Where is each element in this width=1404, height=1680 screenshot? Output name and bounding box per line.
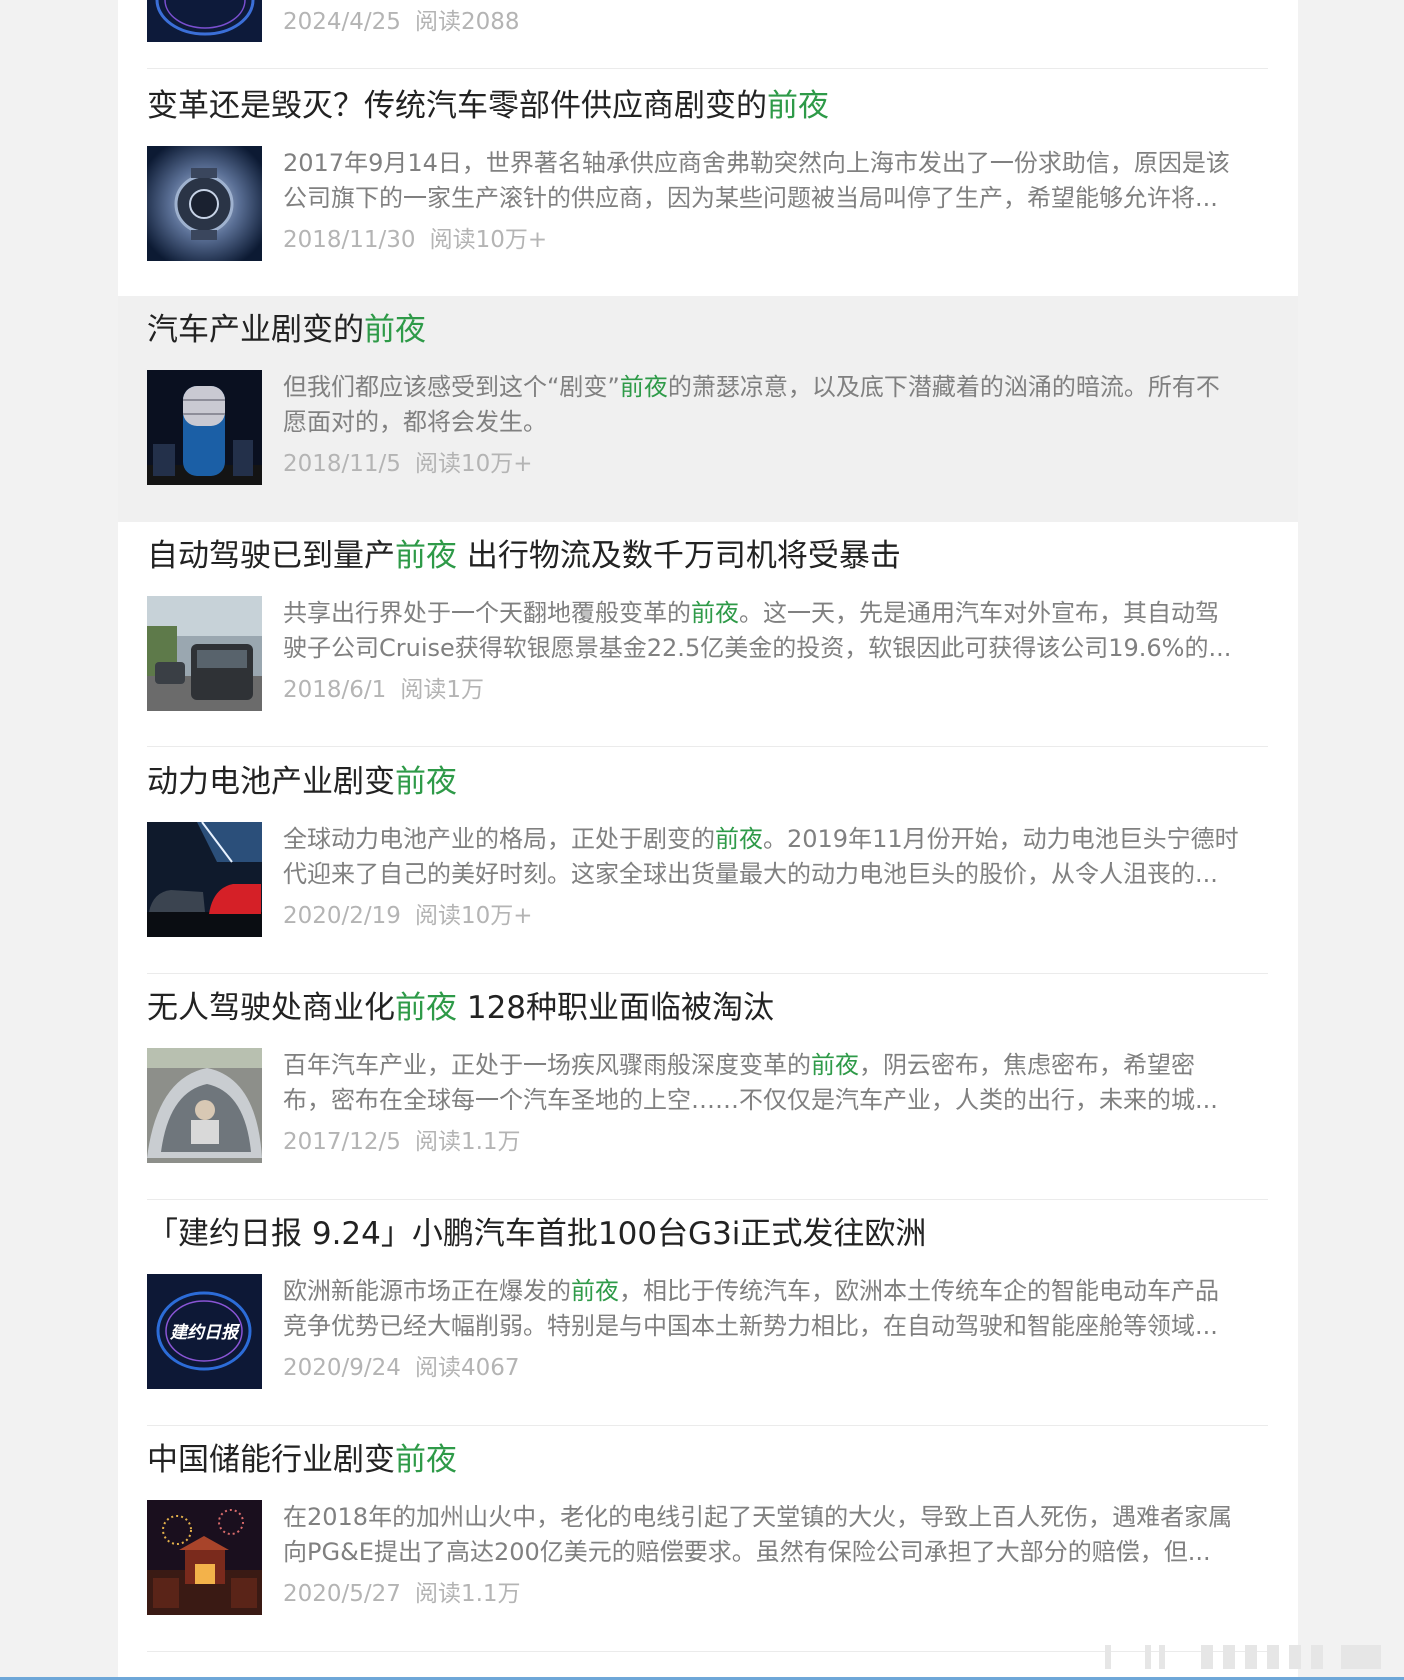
article-item[interactable]: 汽车产业剧变的前夜 但我们都应该感受到这个“剧变”前夜的萧瑟凉意，以及底下潜藏着… (118, 296, 1298, 522)
article-meta: 2018/11/5 阅读10万+ (283, 448, 532, 480)
article-thumbnail[interactable] (147, 822, 262, 937)
article-date: 2018/11/5 (283, 451, 401, 477)
divider (147, 746, 1268, 747)
article-thumbnail[interactable] (147, 146, 262, 261)
article-meta: 2018/11/30 阅读10万+ (283, 224, 547, 256)
snippet-line-2: 代迎来了自己的美好时刻。这家全球出货量最大的动力电池巨头的股价，从令人沮丧的..… (283, 860, 1218, 888)
snippet-line-1: 在2018年的加州山火中，老化的电线引起了天堂镇的大火，导致上百人死伤，遇难者家… (283, 1503, 1233, 1531)
divider (147, 1651, 1268, 1652)
article-meta: 2020/2/19 阅读10万+ (283, 900, 532, 932)
article-meta: 2018/6/1 阅读1万 (283, 674, 484, 706)
snippet-line-1: 百年汽车产业，正处于一场疾风骤雨般深度变革的前夜，阴云密布，焦虑密布，希望密 (283, 1051, 1195, 1079)
article-date: 2017/12/5 (283, 1129, 401, 1155)
article-thumbnail[interactable] (147, 596, 262, 711)
divider (147, 68, 1268, 69)
article-reads: 阅读4067 (414, 1355, 520, 1381)
article-title[interactable]: 中国储能行业剧变前夜 (147, 1440, 1267, 1480)
article-date: 2020/9/24 (283, 1355, 401, 1381)
article-thumbnail[interactable] (147, 370, 262, 485)
article-item[interactable]: 动力电池产业剧变前夜 全球动力电池产业的格局，正处于剧变的前夜。2019年11月… (118, 748, 1298, 974)
article-title[interactable]: 无人驾驶处商业化前夜 128种职业面临被淘汰 (147, 988, 1267, 1028)
article-reads: 阅读10万+ (414, 451, 533, 477)
article-reads: 阅读1.1万 (414, 1581, 521, 1607)
article-title[interactable]: 变革还是毁灭？传统汽车零部件供应商剧变的前夜 (147, 86, 1267, 126)
article-list-panel: 2024/4/25 阅读2088 变革还是毁灭？传统汽车零部件供应商剧变的前夜 2… (118, 0, 1298, 1680)
article-reads: 阅读10万+ (429, 227, 548, 253)
article-thumbnail[interactable] (147, 0, 262, 42)
article-snippet: 全球动力电池产业的格局，正处于剧变的前夜。2019年11月份开始，动力电池巨头宁… (283, 822, 1393, 892)
article-title[interactable]: 自动驾驶已到量产前夜 出行物流及数千万司机将受暴击 (147, 536, 1267, 576)
snippet-line-2: 愿面对的，都将会发生。 (283, 408, 547, 436)
thumbnail-logo-text: 建约日报 (169, 1323, 241, 1343)
article-title[interactable]: 动力电池产业剧变前夜 (147, 762, 1267, 802)
snippet-line-1: 全球动力电池产业的格局，正处于剧变的前夜。2019年11月份开始，动力电池巨头宁… (283, 825, 1239, 853)
article-date: 2020/2/19 (283, 903, 401, 929)
snippet-line-1: 2017年9月14日，世界著名轴承供应商舍弗勒突然向上海市发出了一份求助信，原因… (283, 149, 1230, 177)
article-meta: 2020/9/24 阅读4067 (283, 1352, 519, 1384)
snippet-line-2: 向PG&E提出了高达200亿美元的赔偿要求。虽然有保险公司承担了大部分的赔偿，但… (283, 1538, 1211, 1566)
snippet-line-2: 公司旗下的一家生产滚针的供应商，因为某些问题被当局叫停了生产，希望能够允许将..… (283, 184, 1218, 212)
article-date: 2020/5/27 (283, 1581, 401, 1607)
snippet-line-2: 驶子公司Cruise获得软银愿景基金22.5亿美金的投资，软银因此可获得该公司1… (283, 634, 1232, 662)
article-item[interactable]: 变革还是毁灭？传统汽车零部件供应商剧变的前夜 2017年9月14日，世界著名轴承… (118, 72, 1298, 298)
article-meta: 2020/5/27 阅读1.1万 (283, 1578, 521, 1610)
watermark (1105, 1641, 1395, 1671)
article-title[interactable]: 汽车产业剧变的前夜 (147, 310, 1267, 350)
article-item[interactable]: 中国储能行业剧变前夜 在2018年的加州山火中，老化的电线引起了天堂镇的大火，导… (118, 1426, 1298, 1652)
article-thumbnail[interactable]: 建约日报 (147, 1274, 262, 1389)
article-item[interactable]: 无人驾驶处商业化前夜 128种职业面临被淘汰 百年汽车产业，正处于一场疾风骤雨般… (118, 974, 1298, 1200)
article-reads: 阅读10万+ (414, 903, 533, 929)
article-thumbnail[interactable] (147, 1048, 262, 1163)
article-reads: 阅读1.1万 (414, 1129, 521, 1155)
article-title[interactable]: 「建约日报 9.24」小鹏汽车首批100台G3i正式发往欧洲 (147, 1214, 1267, 1254)
snippet-line-2: 竞争优势已经大幅削弱。特别是与中国本土新势力相比，在自动驾驶和智能座舱等领域..… (283, 1312, 1218, 1340)
snippet-line-1: 欧洲新能源市场正在爆发的前夜，相比于传统汽车，欧洲本土传统车企的智能电动车产品 (283, 1277, 1219, 1305)
article-reads: 阅读1万 (400, 677, 484, 703)
article-snippet: 共享出行界处于一个天翻地覆般变革的前夜。这一天，先是通用汽车对外宣布，其自动驾 … (283, 596, 1393, 666)
snippet-line-2: 布，密布在全球每一个汽车圣地的上空……不仅仅是汽车产业，人类的出行，未来的城..… (283, 1086, 1218, 1114)
article-date: 2024/4/25 (283, 9, 401, 35)
snippet-line-1: 共享出行界处于一个天翻地覆般变革的前夜。这一天，先是通用汽车对外宣布，其自动驾 (283, 599, 1219, 627)
article-reads: 阅读2088 (414, 9, 520, 35)
article-date: 2018/6/1 (283, 677, 387, 703)
article-item[interactable]: 自动驾驶已到量产前夜 出行物流及数千万司机将受暴击 共享出行界处于一个天翻地覆般… (118, 522, 1298, 748)
article-date: 2018/11/30 (283, 227, 416, 253)
article-meta: 2017/12/5 阅读1.1万 (283, 1126, 521, 1158)
article-snippet: 2017年9月14日，世界著名轴承供应商舍弗勒突然向上海市发出了一份求助信，原因… (283, 146, 1393, 216)
article-snippet: 欧洲新能源市场正在爆发的前夜，相比于传统汽车，欧洲本土传统车企的智能电动车产品 … (283, 1274, 1393, 1344)
article-snippet: 在2018年的加州山火中，老化的电线引起了天堂镇的大火，导致上百人死伤，遇难者家… (283, 1500, 1393, 1570)
article-meta: 2024/4/25 阅读2088 (283, 6, 519, 38)
snippet-line-1: 但我们都应该感受到这个“剧变”前夜的萧瑟凉意，以及底下潜藏着的汹涌的暗流。所有不 (283, 373, 1220, 401)
article-item[interactable]: 「建约日报 9.24」小鹏汽车首批100台G3i正式发往欧洲 建约日报 欧洲新能… (118, 1200, 1298, 1426)
article-snippet: 百年汽车产业，正处于一场疾风骤雨般深度变革的前夜，阴云密布，焦虑密布，希望密 布… (283, 1048, 1393, 1118)
article-thumbnail[interactable] (147, 1500, 262, 1615)
article-snippet: 但我们都应该感受到这个“剧变”前夜的萧瑟凉意，以及底下潜藏着的汹涌的暗流。所有不… (283, 370, 1393, 440)
